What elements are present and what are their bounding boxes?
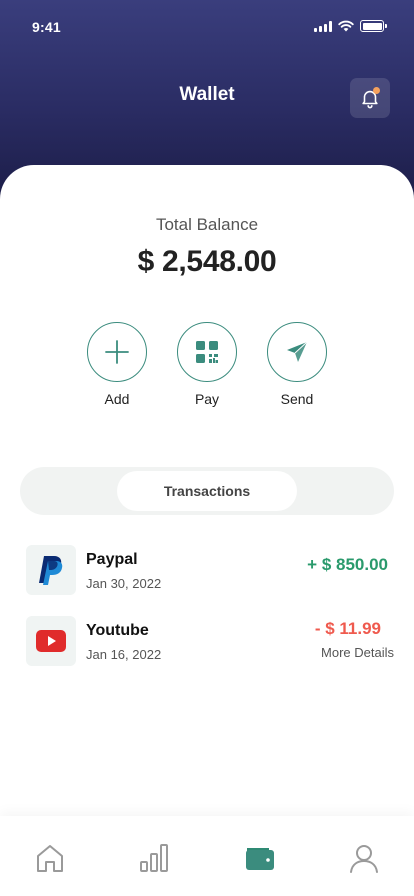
- status-bar: 9:41: [0, 0, 414, 54]
- tab-bar: Transactions: [20, 467, 394, 515]
- more-details-link[interactable]: More Details: [321, 645, 394, 660]
- send-icon: [287, 341, 308, 362]
- nav-wallet[interactable]: [240, 838, 280, 878]
- battery-icon: [360, 20, 387, 32]
- nav-stats[interactable]: [134, 838, 174, 878]
- wallet-icon: [246, 848, 274, 870]
- nav-profile[interactable]: [344, 838, 384, 878]
- add-button-circle[interactable]: [87, 322, 147, 382]
- balance-label: Total Balance: [155, 215, 259, 234]
- pay-button[interactable]: Pay: [176, 322, 238, 407]
- transaction-name: Youtube: [86, 622, 149, 639]
- transaction-row[interactable]: Paypal Jan 30, 2022 + $ 850.00: [26, 545, 396, 595]
- signal-icon: [314, 20, 332, 32]
- balance-value: $ 2,548.00: [137, 245, 277, 278]
- tab-transactions[interactable]: Transactions: [117, 471, 297, 511]
- add-button[interactable]: Add: [86, 322, 148, 407]
- transaction-date: Jan 30, 2022: [86, 576, 162, 591]
- stats-icon: [140, 844, 168, 872]
- status-time: 9:41: [32, 19, 61, 35]
- transaction-row[interactable]: Youtube Jan 16, 2022 - $ 11.99 More Deta…: [26, 616, 396, 666]
- qr-icon: [196, 341, 218, 363]
- youtube-icon: [36, 630, 66, 652]
- paypal-icon: [39, 556, 63, 585]
- pay-label: Pay: [194, 391, 220, 407]
- notification-dot: [373, 87, 380, 94]
- home-icon: [37, 845, 63, 872]
- profile-icon: [350, 845, 378, 873]
- add-label: Add: [104, 391, 130, 407]
- notification-button[interactable]: [350, 78, 390, 118]
- status-icons: [314, 19, 387, 33]
- send-button[interactable]: Send: [266, 322, 328, 407]
- pay-button-circle[interactable]: [177, 322, 237, 382]
- send-button-circle[interactable]: [267, 322, 327, 382]
- send-label: Send: [280, 391, 314, 407]
- plus-icon: [105, 340, 129, 364]
- transaction-date: Jan 16, 2022: [86, 647, 162, 662]
- nav-home[interactable]: [30, 838, 70, 878]
- paypal-logo: [26, 545, 76, 595]
- wifi-icon: [338, 20, 354, 32]
- transaction-name: Paypal: [86, 551, 138, 568]
- youtube-logo: [26, 616, 76, 666]
- transaction-amount: - $ 11.99: [314, 619, 381, 638]
- bottom-nav: [0, 816, 414, 896]
- transaction-amount: + $ 850.00: [307, 555, 388, 574]
